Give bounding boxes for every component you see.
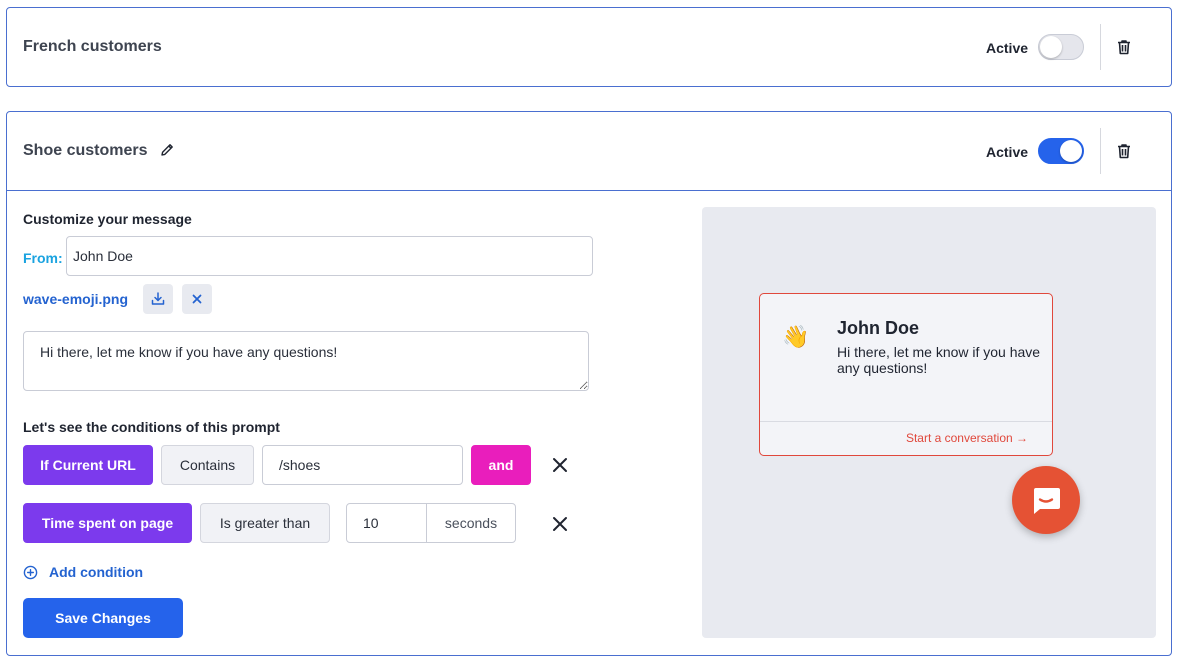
divider	[1100, 128, 1101, 174]
add-condition-button[interactable]: Add condition	[23, 564, 143, 580]
header-separator	[7, 190, 1171, 191]
wave-emoji-icon: 👋	[782, 324, 810, 349]
segment-title[interactable]: Shoe customers	[23, 142, 147, 160]
segment-card-french: French customers Active	[6, 7, 1172, 87]
add-condition-label: Add condition	[49, 564, 144, 580]
segment-card-shoe: Shoe customers Active Customize your mes…	[6, 111, 1172, 656]
plus-circle-icon	[23, 565, 38, 579]
message-preview-card[interactable]: 👋 John Doe Hi there, let me know if you …	[759, 293, 1053, 456]
condition-value-input[interactable]	[346, 503, 427, 543]
download-icon	[151, 292, 165, 305]
trash-icon[interactable]	[1115, 38, 1133, 56]
preview-message-text: Hi there, let me know if you have any qu…	[837, 344, 1041, 376]
divider	[1100, 24, 1101, 70]
condition-value-input[interactable]	[262, 445, 463, 485]
active-toggle[interactable]	[1038, 34, 1084, 60]
attachment-link[interactable]: wave-emoji.png	[23, 291, 128, 307]
unit-label: seconds	[426, 503, 516, 543]
start-conversation-link[interactable]: Start a conversation →	[906, 431, 1028, 445]
remove-attachment-button[interactable]	[182, 284, 212, 314]
conditions-heading: Let's see the conditions of this prompt	[23, 419, 280, 435]
active-label: Active	[986, 144, 1029, 160]
condition-field-select[interactable]: If Current URL	[23, 445, 153, 485]
active-toggle[interactable]	[1038, 138, 1084, 164]
from-input[interactable]	[66, 236, 593, 276]
chat-launcher-button[interactable]	[1012, 466, 1080, 534]
remove-condition-icon[interactable]	[551, 456, 569, 474]
condition-joiner-button[interactable]: and	[471, 445, 531, 485]
toggle-knob	[1040, 36, 1062, 58]
condition-operator-select[interactable]: Is greater than	[200, 503, 330, 543]
segment-title[interactable]: French customers	[23, 38, 162, 56]
active-label: Active	[986, 40, 1029, 56]
save-changes-button[interactable]: Save Changes	[23, 598, 183, 638]
toggle-knob	[1060, 140, 1082, 162]
customize-heading: Customize your message	[23, 211, 192, 227]
divider	[760, 421, 1052, 422]
download-button[interactable]	[143, 284, 173, 314]
condition-operator-select[interactable]: Contains	[161, 445, 254, 485]
condition-field-select[interactable]: Time spent on page	[23, 503, 192, 543]
pencil-icon[interactable]	[159, 142, 175, 158]
close-icon	[192, 294, 202, 304]
message-textarea[interactable]: Hi there, let me know if you have any qu…	[23, 331, 589, 391]
trash-icon[interactable]	[1115, 142, 1133, 160]
preview-panel: 👋 John Doe Hi there, let me know if you …	[702, 207, 1156, 638]
chat-bubble-icon	[1034, 488, 1060, 514]
remove-condition-icon[interactable]	[551, 515, 569, 533]
preview-sender-name: John Doe	[837, 318, 920, 338]
from-label: From:	[23, 250, 63, 266]
